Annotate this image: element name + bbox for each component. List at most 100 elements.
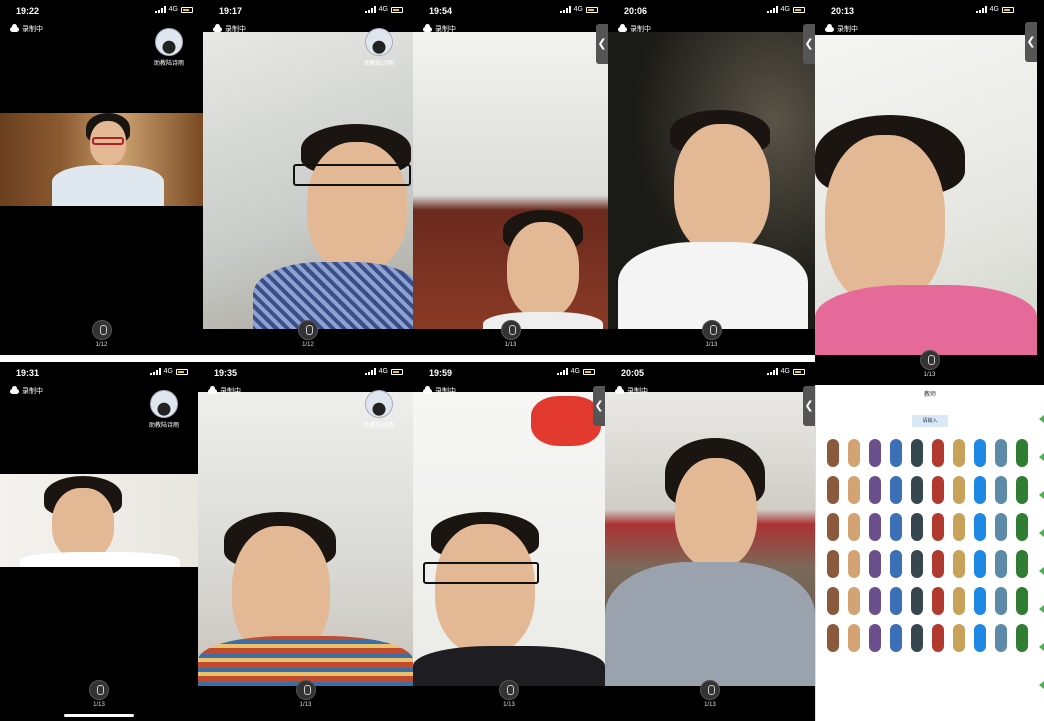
member-avatar [847,550,860,578]
microphone-button[interactable] [919,350,940,370]
roster-member[interactable] [822,550,843,578]
roster-member[interactable] [927,513,948,541]
roster-member[interactable] [843,439,864,467]
collapse-tab[interactable]: ❮ [803,24,815,64]
page-indicator: 1/13 [503,702,515,708]
roster-member[interactable] [885,587,906,615]
roster-member[interactable] [948,439,969,467]
roster-search-button[interactable]: 请输入 [912,415,948,427]
roster-member[interactable] [948,476,969,504]
assistant-avatar-button[interactable]: 助教陆诗雨 [147,28,191,67]
member-avatar [910,624,923,652]
collapse-tab[interactable]: ❮ [596,24,608,64]
roster-member[interactable] [1011,624,1032,652]
member-avatar [994,513,1007,541]
roster-member[interactable] [885,476,906,504]
participant-video [605,392,815,686]
roster-member[interactable] [843,513,864,541]
roster-member[interactable] [990,550,1011,578]
participant-video [203,32,413,329]
status-time: 20:05 [621,368,645,378]
roster-member[interactable] [906,439,927,467]
roster-member[interactable] [969,550,990,578]
roster-member[interactable] [1011,439,1032,467]
member-avatar [910,439,923,467]
roster-member[interactable] [927,476,948,504]
assistant-avatar [150,390,178,418]
roster-member[interactable] [864,624,885,652]
roster-member[interactable] [948,550,969,578]
roster-member[interactable] [990,476,1011,504]
video-panel-6: 19:31 4G 录制中 助教陆诗雨 1/13 [0,362,198,721]
roster-member[interactable] [906,550,927,578]
recording-indicator: 录制中 [10,23,43,34]
microphone-button[interactable] [700,680,720,700]
video-panel-4: 20:06 4G 录制中 ❮ 1/13 [608,0,815,355]
roster-member[interactable] [885,550,906,578]
assistant-avatar-button[interactable]: 助教陆诗雨 [357,390,401,429]
microphone-button[interactable] [295,680,316,700]
roster-member[interactable] [885,439,906,467]
assistant-avatar-button[interactable]: 助教陆诗雨 [142,390,186,429]
roster-member[interactable] [822,439,843,467]
roster-member[interactable] [927,439,948,467]
roster-member[interactable] [969,513,990,541]
roster-member[interactable] [843,624,864,652]
roster-member[interactable] [885,513,906,541]
status-time: 19:59 [429,368,453,378]
roster-member[interactable] [1011,550,1032,578]
roster-member[interactable] [969,624,990,652]
roster-member[interactable] [1011,513,1032,541]
network-label: 4G [168,6,178,13]
roster-member[interactable] [990,439,1011,467]
collapse-tab[interactable]: ❮ [1025,22,1037,62]
microphone-button[interactable] [701,320,722,340]
roster-member[interactable] [864,476,885,504]
assistant-avatar-button[interactable]: 助教陆诗雨 [357,28,401,67]
roster-member[interactable] [948,624,969,652]
member-avatar [868,513,881,541]
roster-member[interactable] [843,587,864,615]
member-avatar [994,624,1007,652]
roster-member[interactable] [990,587,1011,615]
roster-member[interactable] [927,624,948,652]
roster-member[interactable] [822,624,843,652]
roster-member[interactable] [843,550,864,578]
roster-member[interactable] [843,476,864,504]
roster-member[interactable] [1011,587,1032,615]
collapse-tab[interactable]: ❮ [803,386,815,426]
collapse-tab[interactable]: ❮ [593,386,605,426]
microphone-button[interactable] [499,680,519,700]
status-bar-right: 4G [364,368,403,375]
roster-member[interactable] [906,476,927,504]
roster-member[interactable] [864,550,885,578]
roster-member[interactable] [969,439,990,467]
roster-member[interactable] [990,513,1011,541]
microphone-button[interactable] [298,320,318,340]
roster-member[interactable] [822,587,843,615]
roster-member[interactable] [990,624,1011,652]
microphone-button[interactable] [91,320,112,340]
roster-member[interactable] [885,624,906,652]
roster-member[interactable] [822,513,843,541]
page-indicator: 1/13 [299,702,312,708]
recording-label: 录制中 [225,26,246,33]
status-bar-right: 4G [154,6,193,13]
roster-member[interactable] [948,587,969,615]
roster-member[interactable] [906,513,927,541]
battery-icon [391,6,403,13]
roster-member[interactable] [822,476,843,504]
roster-member[interactable] [864,587,885,615]
roster-member[interactable] [906,624,927,652]
roster-member[interactable] [969,476,990,504]
roster-member[interactable] [864,513,885,541]
roster-member[interactable] [927,550,948,578]
roster-member[interactable] [1011,476,1032,504]
microphone-button[interactable] [500,320,521,340]
microphone-button[interactable] [89,680,109,700]
roster-member[interactable] [906,587,927,615]
roster-member[interactable] [948,513,969,541]
roster-member[interactable] [864,439,885,467]
roster-member[interactable] [927,587,948,615]
roster-member[interactable] [969,587,990,615]
